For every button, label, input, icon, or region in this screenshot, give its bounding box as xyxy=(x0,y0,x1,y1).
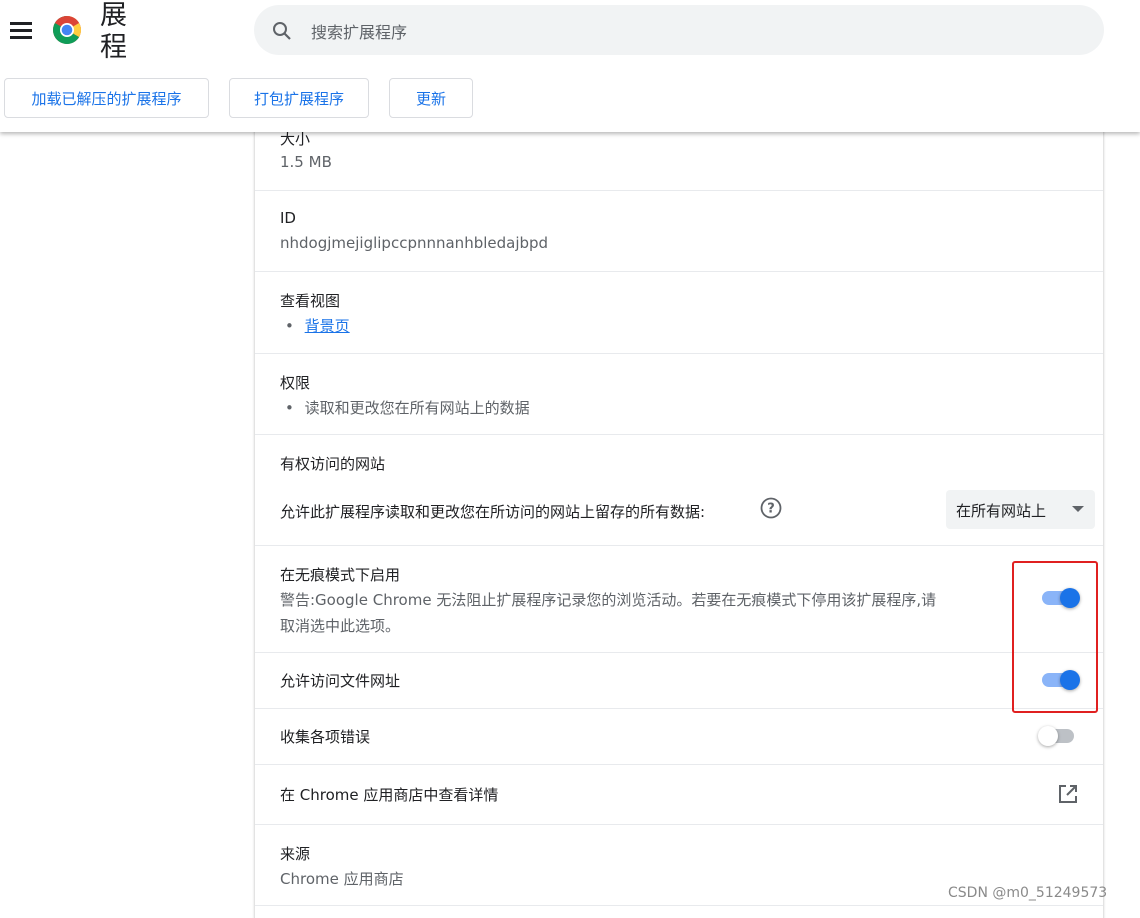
source-label: 来源 xyxy=(280,845,311,863)
incognito-label: 在无痕模式下启用 xyxy=(280,566,401,584)
incognito-warning-line2: 取消选中此选项。 xyxy=(280,617,401,635)
inspect-views-section: 查看视图 • 背景页 xyxy=(255,272,1103,354)
id-section: ID nhdogjmejiglipccpnnnanhbledajbpd xyxy=(255,191,1103,272)
site-access-selected: 在所有网站上 xyxy=(956,502,1047,520)
inspect-views-item: • 背景页 xyxy=(285,315,350,336)
site-access-select[interactable]: 在所有网站上 xyxy=(946,490,1095,529)
bullet-dot: • xyxy=(285,399,294,417)
chrome-logo-icon xyxy=(53,16,81,44)
background-page-link[interactable]: 背景页 xyxy=(305,317,350,335)
file-urls-section: 允许访问文件网址 xyxy=(255,653,1103,709)
toolbar: 展 程 搜索扩展程序 加载已解压的扩展程序 打包扩展程序 更新 xyxy=(0,0,1140,132)
site-access-label: 有权访问的网站 xyxy=(280,455,386,473)
open-in-new-icon[interactable] xyxy=(1057,783,1079,805)
pack-extension-button[interactable]: 打包扩展程序 xyxy=(229,78,369,118)
webstore-label: 在 Chrome 应用商店中查看详情 xyxy=(280,786,499,804)
size-value: 1.5 MB xyxy=(280,153,332,171)
incognito-warning-line1: 警告:Google Chrome 无法阻止扩展程序记录您的浏览活动。若要在无痕模… xyxy=(280,591,937,609)
extension-details-card: 大小 1.5 MB ID nhdogjmejiglipccpnnnanhbled… xyxy=(254,118,1104,918)
site-access-description: 允许此扩展程序读取和更改您在所访问的网站上留存的所有数据: xyxy=(280,503,706,521)
site-access-section: 有权访问的网站 允许此扩展程序读取和更改您在所访问的网站上留存的所有数据: ? … xyxy=(255,435,1103,546)
toggle-knob xyxy=(1038,726,1058,746)
id-label: ID xyxy=(280,209,296,227)
help-icon[interactable]: ? xyxy=(760,497,782,519)
collect-errors-toggle[interactable] xyxy=(1038,725,1078,747)
page-title: 展 程 xyxy=(100,0,127,63)
annotation-highlight-box xyxy=(1012,561,1098,713)
search-input[interactable]: 搜索扩展程序 xyxy=(254,5,1104,55)
id-value: nhdogjmejiglipccpnnnanhbledajbpd xyxy=(280,234,549,252)
bullet-dot: • xyxy=(285,317,294,335)
search-icon xyxy=(273,22,291,40)
source-value: Chrome 应用商店 xyxy=(280,870,404,888)
permissions-section: 权限 • 读取和更改您在所有网站上的数据 xyxy=(255,354,1103,435)
incognito-section: 在无痕模式下启用 警告:Google Chrome 无法阻止扩展程序记录您的浏览… xyxy=(255,546,1103,653)
webstore-link-row[interactable]: 在 Chrome 应用商店中查看详情 xyxy=(255,765,1103,825)
search-placeholder: 搜索扩展程序 xyxy=(311,23,408,42)
update-button[interactable]: 更新 xyxy=(389,78,473,118)
watermark: CSDN @m0_51249573 xyxy=(948,885,1108,901)
collect-errors-section: 收集各项错误 xyxy=(255,709,1103,765)
menu-icon[interactable] xyxy=(10,22,32,40)
permissions-label: 权限 xyxy=(280,374,311,392)
inspect-views-label: 查看视图 xyxy=(280,292,341,310)
collect-errors-label: 收集各项错误 xyxy=(280,728,371,746)
load-unpacked-button[interactable]: 加载已解压的扩展程序 xyxy=(4,78,209,118)
file-urls-label: 允许访问文件网址 xyxy=(280,672,401,690)
dropdown-arrow-icon xyxy=(1072,506,1084,512)
permissions-item: • 读取和更改您在所有网站上的数据 xyxy=(285,397,530,418)
svg-text:?: ? xyxy=(767,502,775,517)
permission-text: 读取和更改您在所有网站上的数据 xyxy=(304,399,530,417)
